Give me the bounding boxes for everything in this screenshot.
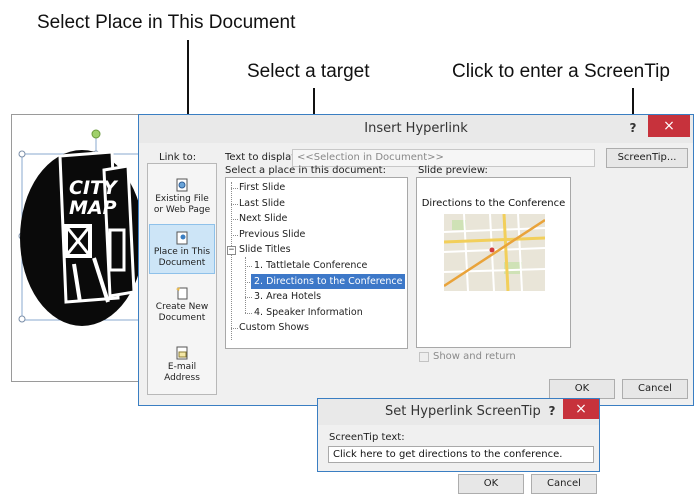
logo-text-city: CITY bbox=[69, 177, 119, 199]
tree-guide-line bbox=[245, 313, 252, 314]
ok-button[interactable]: OK bbox=[549, 379, 615, 399]
screentip-text-input[interactable]: Click here to get directions to the conf… bbox=[328, 446, 594, 463]
link-to-label: Link to: bbox=[159, 152, 197, 163]
tree-item-slide-1[interactable]: 1. Tattletale Conference bbox=[254, 258, 367, 273]
tree-guide-line bbox=[231, 204, 238, 205]
tree-item-slide-2[interactable]: 2. Directions to the Conference bbox=[251, 274, 406, 289]
text-to-display-label: Text to display: bbox=[225, 152, 300, 163]
tree-guide-line bbox=[231, 328, 238, 329]
nav-existing-file[interactable]: Existing File or Web Page bbox=[149, 178, 215, 222]
nav-email-address[interactable]: E-mail Address bbox=[149, 346, 215, 390]
nav-existing-line2: or Web Page bbox=[153, 205, 211, 215]
nav-place-in-document[interactable]: Place in This Document bbox=[149, 224, 215, 274]
document-place-icon bbox=[176, 231, 188, 245]
city-map-logo[interactable]: CITY MAP bbox=[14, 126, 140, 326]
screentip-cancel-button[interactable]: Cancel bbox=[531, 474, 597, 494]
tree-item-slide-4[interactable]: 4. Speaker Information bbox=[254, 305, 363, 320]
screentip-ok-button[interactable]: OK bbox=[458, 474, 524, 494]
close-icon: × bbox=[663, 118, 675, 134]
document-places-tree[interactable]: First Slide Last Slide Next Slide Previo… bbox=[225, 177, 408, 349]
new-document-icon bbox=[176, 287, 188, 300]
preview-slide-title: Directions to the Conference bbox=[421, 198, 566, 209]
help-button[interactable]: ? bbox=[624, 119, 642, 137]
collapse-icon[interactable]: − bbox=[227, 246, 236, 255]
nav-email-line1: E-mail bbox=[167, 362, 197, 372]
nav-create-line2: Document bbox=[158, 313, 206, 323]
slide-preview-label: Slide preview: bbox=[418, 165, 488, 176]
slide-preview: Directions to the Conference bbox=[416, 177, 571, 348]
nav-create-new[interactable]: Create New Document bbox=[149, 286, 215, 330]
close-icon: × bbox=[575, 401, 587, 417]
globe-file-icon bbox=[176, 178, 188, 192]
tree-guide-line bbox=[231, 219, 238, 220]
dialog-title-bar[interactable]: Insert Hyperlink bbox=[139, 115, 693, 143]
preview-map-image bbox=[444, 214, 545, 291]
nav-place-line2: Document bbox=[158, 258, 206, 268]
screentip-help-button[interactable]: ? bbox=[543, 402, 561, 420]
nav-email-line2: Address bbox=[164, 373, 200, 383]
insert-hyperlink-dialog: Insert Hyperlink ? × Link to: Text to di… bbox=[138, 114, 694, 406]
tree-item-last-slide[interactable]: Last Slide bbox=[239, 196, 285, 211]
dialog-title: Insert Hyperlink bbox=[364, 121, 468, 136]
tree-guide-line bbox=[245, 266, 252, 267]
nav-existing-line1: Existing File bbox=[155, 194, 209, 204]
nav-place-line1: Place in This bbox=[153, 247, 211, 257]
select-place-label: Select a place in this document: bbox=[225, 165, 386, 176]
tree-item-first-slide[interactable]: First Slide bbox=[239, 180, 285, 195]
tree-item-slide-3[interactable]: 3. Area Hotels bbox=[254, 289, 321, 304]
tree-item-custom-shows[interactable]: Custom Shows bbox=[239, 320, 309, 335]
show-and-return-label: Show and return bbox=[433, 351, 516, 362]
set-screentip-dialog: Set Hyperlink ScreenTip ? × ScreenTip te… bbox=[317, 398, 600, 472]
screentip-button[interactable]: ScreenTip... bbox=[606, 148, 688, 168]
nav-create-line1: Create New bbox=[155, 302, 209, 312]
screentip-dialog-title: Set Hyperlink ScreenTip bbox=[385, 404, 541, 419]
link-to-panel: Existing File or Web Page Place in This … bbox=[147, 163, 217, 395]
tree-item-previous-slide[interactable]: Previous Slide bbox=[239, 227, 305, 242]
tree-guide-line bbox=[231, 182, 232, 340]
tree-item-next-slide[interactable]: Next Slide bbox=[239, 211, 287, 226]
tree-guide-line bbox=[231, 235, 238, 236]
screentip-text-label: ScreenTip text: bbox=[329, 432, 405, 443]
tree-item-slide-titles[interactable]: Slide Titles bbox=[239, 242, 291, 257]
screentip-close-button[interactable]: × bbox=[563, 399, 599, 419]
logo-text-map: MAP bbox=[69, 197, 117, 219]
callout-select-place: Select Place in This Document bbox=[37, 12, 296, 33]
show-and-return-checkbox[interactable] bbox=[419, 352, 429, 362]
callout-select-target: Select a target bbox=[247, 61, 370, 82]
cancel-button[interactable]: Cancel bbox=[622, 379, 688, 399]
tree-guide-line bbox=[231, 188, 238, 189]
email-icon bbox=[176, 346, 188, 360]
callout-screentip: Click to enter a ScreenTip bbox=[452, 61, 670, 82]
tree-guide-line bbox=[245, 297, 252, 298]
close-button[interactable]: × bbox=[648, 115, 690, 137]
